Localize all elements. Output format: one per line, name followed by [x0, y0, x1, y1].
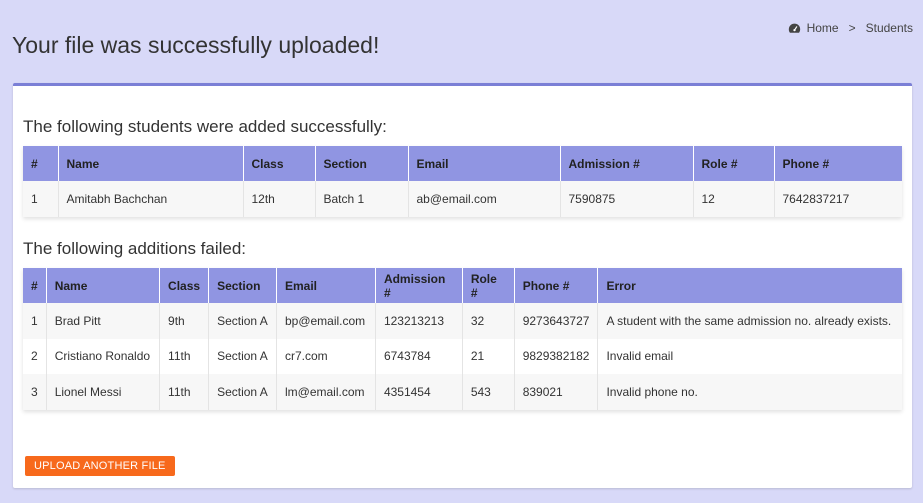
breadcrumb: Home > Students — [788, 21, 913, 35]
table-cell: 6743784 — [375, 338, 463, 374]
table-cell: 123213213 — [375, 303, 463, 339]
table-cell: 2 — [23, 338, 47, 374]
column-header: Admission # — [375, 268, 463, 303]
column-header: Name — [46, 268, 161, 303]
column-header: Admission # — [560, 146, 694, 181]
upload-another-file-button[interactable]: UPLOAD ANOTHER FILE — [25, 456, 175, 476]
table-cell: 839021 — [514, 374, 599, 410]
table-cell: Section A — [208, 303, 277, 339]
success-heading: The following students were added succes… — [23, 117, 387, 136]
column-header: Name — [58, 146, 244, 181]
column-header: Role # — [693, 146, 775, 181]
table-cell: Amitabh Bachchan — [58, 181, 244, 217]
table-cell: ab@email.com — [408, 181, 561, 217]
table-header-row: # Name Class Section Email Admission # R… — [23, 146, 902, 181]
table-cell: cr7.com — [276, 338, 376, 374]
dashboard-icon — [788, 23, 800, 33]
table-cell: 12 — [693, 181, 775, 217]
table-row: 3 Lionel Messi 11th Section A lm@email.c… — [23, 374, 902, 410]
table-cell: 7642837217 — [774, 181, 902, 217]
column-header: Phone # — [774, 146, 902, 181]
table-cell: 9th — [159, 303, 210, 339]
column-header: Phone # — [514, 268, 599, 303]
table-cell: bp@email.com — [276, 303, 376, 339]
column-header: Error — [597, 268, 902, 303]
table-cell: Lionel Messi — [46, 374, 161, 410]
failed-heading: The following additions failed: — [23, 239, 247, 258]
column-header: # — [23, 268, 47, 303]
table-cell: Batch 1 — [315, 181, 409, 217]
error-cell: A student with the same admission no. al… — [597, 303, 902, 339]
table-cell: 9273643727 — [514, 303, 599, 339]
table-cell: 4351454 — [375, 374, 463, 410]
error-cell: Invalid phone no. — [597, 374, 902, 410]
breadcrumb-home-link[interactable]: Home — [807, 21, 839, 35]
column-header: Role # — [462, 268, 515, 303]
table-cell: Brad Pitt — [46, 303, 161, 339]
table-header-row: # Name Class Section Email Admission # R… — [23, 268, 902, 303]
table-cell: 21 — [462, 338, 515, 374]
page-title: Your file was successfully uploaded! — [12, 32, 380, 58]
table-cell: 543 — [462, 374, 515, 410]
table-cell: 7590875 — [560, 181, 694, 217]
column-header: Class — [159, 268, 210, 303]
table-row: 1 Brad Pitt 9th Section A bp@email.com 1… — [23, 303, 902, 339]
error-cell: Invalid email — [597, 338, 902, 374]
success-table: # Name Class Section Email Admission # R… — [23, 146, 902, 217]
failed-table: # Name Class Section Email Admission # R… — [23, 268, 902, 410]
table-row: 2 Cristiano Ronaldo 11th Section A cr7.c… — [23, 338, 902, 374]
table-cell: 32 — [462, 303, 515, 339]
breadcrumb-separator: > — [848, 21, 856, 35]
breadcrumb-current: Students — [865, 21, 913, 35]
column-header: # — [23, 146, 59, 181]
table-cell: Section A — [208, 338, 277, 374]
table-cell: Section A — [208, 374, 277, 410]
column-header: Email — [276, 268, 376, 303]
table-cell: Cristiano Ronaldo — [46, 338, 161, 374]
column-header: Class — [243, 146, 316, 181]
table-cell: lm@email.com — [276, 374, 376, 410]
column-header: Section — [208, 268, 277, 303]
table-cell: 11th — [159, 338, 210, 374]
table-cell: 1 — [23, 303, 47, 339]
table-row: 1 Amitabh Bachchan 12th Batch 1 ab@email… — [23, 181, 902, 217]
table-cell: 3 — [23, 374, 47, 410]
column-header: Section — [315, 146, 409, 181]
table-cell: 9829382182 — [514, 338, 599, 374]
table-cell: 11th — [159, 374, 210, 410]
table-cell: 12th — [243, 181, 316, 217]
upload-result-panel: The following students were added succes… — [13, 83, 912, 488]
table-cell: 1 — [23, 181, 59, 217]
column-header: Email — [408, 146, 561, 181]
